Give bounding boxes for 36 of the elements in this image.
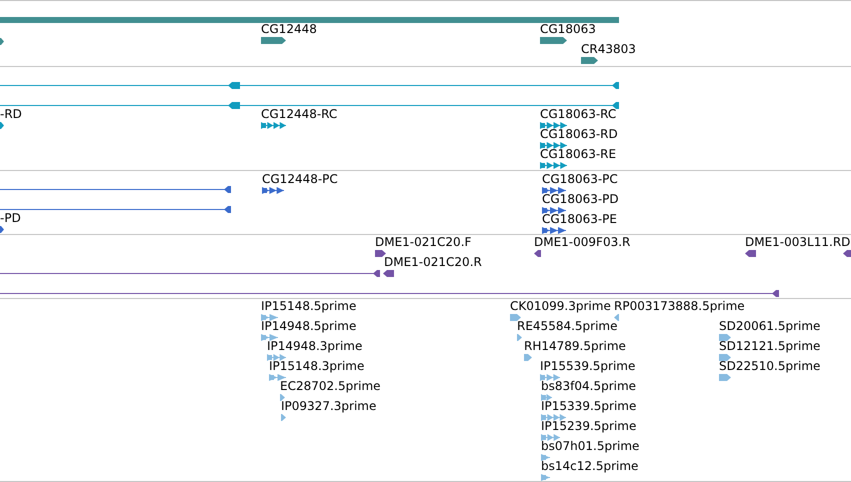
feature-label[interactable]: CR43803	[581, 43, 636, 56]
feature-label[interactable]: CG18063-RC	[540, 108, 616, 121]
feature-label[interactable]: CG18063	[540, 23, 596, 36]
feature-label[interactable]: IP15339.5prime	[541, 400, 636, 413]
feature-label[interactable]: RE45584.5prime	[517, 320, 618, 333]
feature-label[interactable]: DME1-003L11.RD	[745, 236, 850, 249]
feature-label[interactable]: bs14c12.5prime	[541, 460, 638, 473]
feature-label[interactable]: CG18063-PE	[542, 213, 617, 226]
feature-label[interactable]: IP15148.5prime	[261, 300, 356, 313]
feature-label[interactable]: RP003173888.5prime	[614, 300, 745, 313]
feature-label[interactable]: CG12448-RC	[261, 108, 338, 121]
feature-label[interactable]: IP15148.3prime	[269, 360, 364, 373]
feature-label[interactable]: DME1-021C20.R	[384, 256, 482, 269]
feature-label[interactable]: IP15239.5prime	[541, 420, 636, 433]
feature-label[interactable]: IP09327.3prime	[281, 400, 376, 413]
feature-label[interactable]: SD22510.5prime	[719, 360, 820, 373]
feature-label[interactable]: CG18063-RD	[540, 128, 618, 141]
feature-label[interactable]: -PD	[0, 212, 21, 225]
feature-label[interactable]: DME1-009F03.R	[534, 236, 630, 249]
feature-label[interactable]: CK01099.3prime	[510, 300, 611, 313]
feature-label[interactable]: CG18063-PD	[542, 193, 619, 206]
feature-label[interactable]: SD20061.5prime	[719, 320, 820, 333]
feature-label[interactable]: IP14948.5prime	[261, 320, 356, 333]
feature-label[interactable]: DME1-021C20.F	[375, 236, 472, 249]
feature-label[interactable]: IP15539.5prime	[540, 360, 636, 373]
feature-label[interactable]: CG12448	[261, 23, 317, 36]
feature-label[interactable]: CG18063-RE	[540, 148, 616, 161]
feature-label[interactable]: SD12121.5prime	[719, 340, 820, 353]
feature-label[interactable]: EC28702.5prime	[280, 380, 381, 393]
feature-label[interactable]: bs83f04.5prime	[541, 380, 636, 393]
feature-label[interactable]: RH14789.5prime	[524, 340, 626, 353]
feature-label[interactable]: bs07h01.5prime	[541, 440, 640, 453]
feature-label[interactable]: CG12448-PC	[262, 173, 338, 186]
feature-label[interactable]: IP14948.3prime	[267, 340, 362, 353]
feature-label[interactable]: CG18063-PC	[542, 173, 618, 186]
feature-label[interactable]: -RD	[0, 108, 22, 121]
